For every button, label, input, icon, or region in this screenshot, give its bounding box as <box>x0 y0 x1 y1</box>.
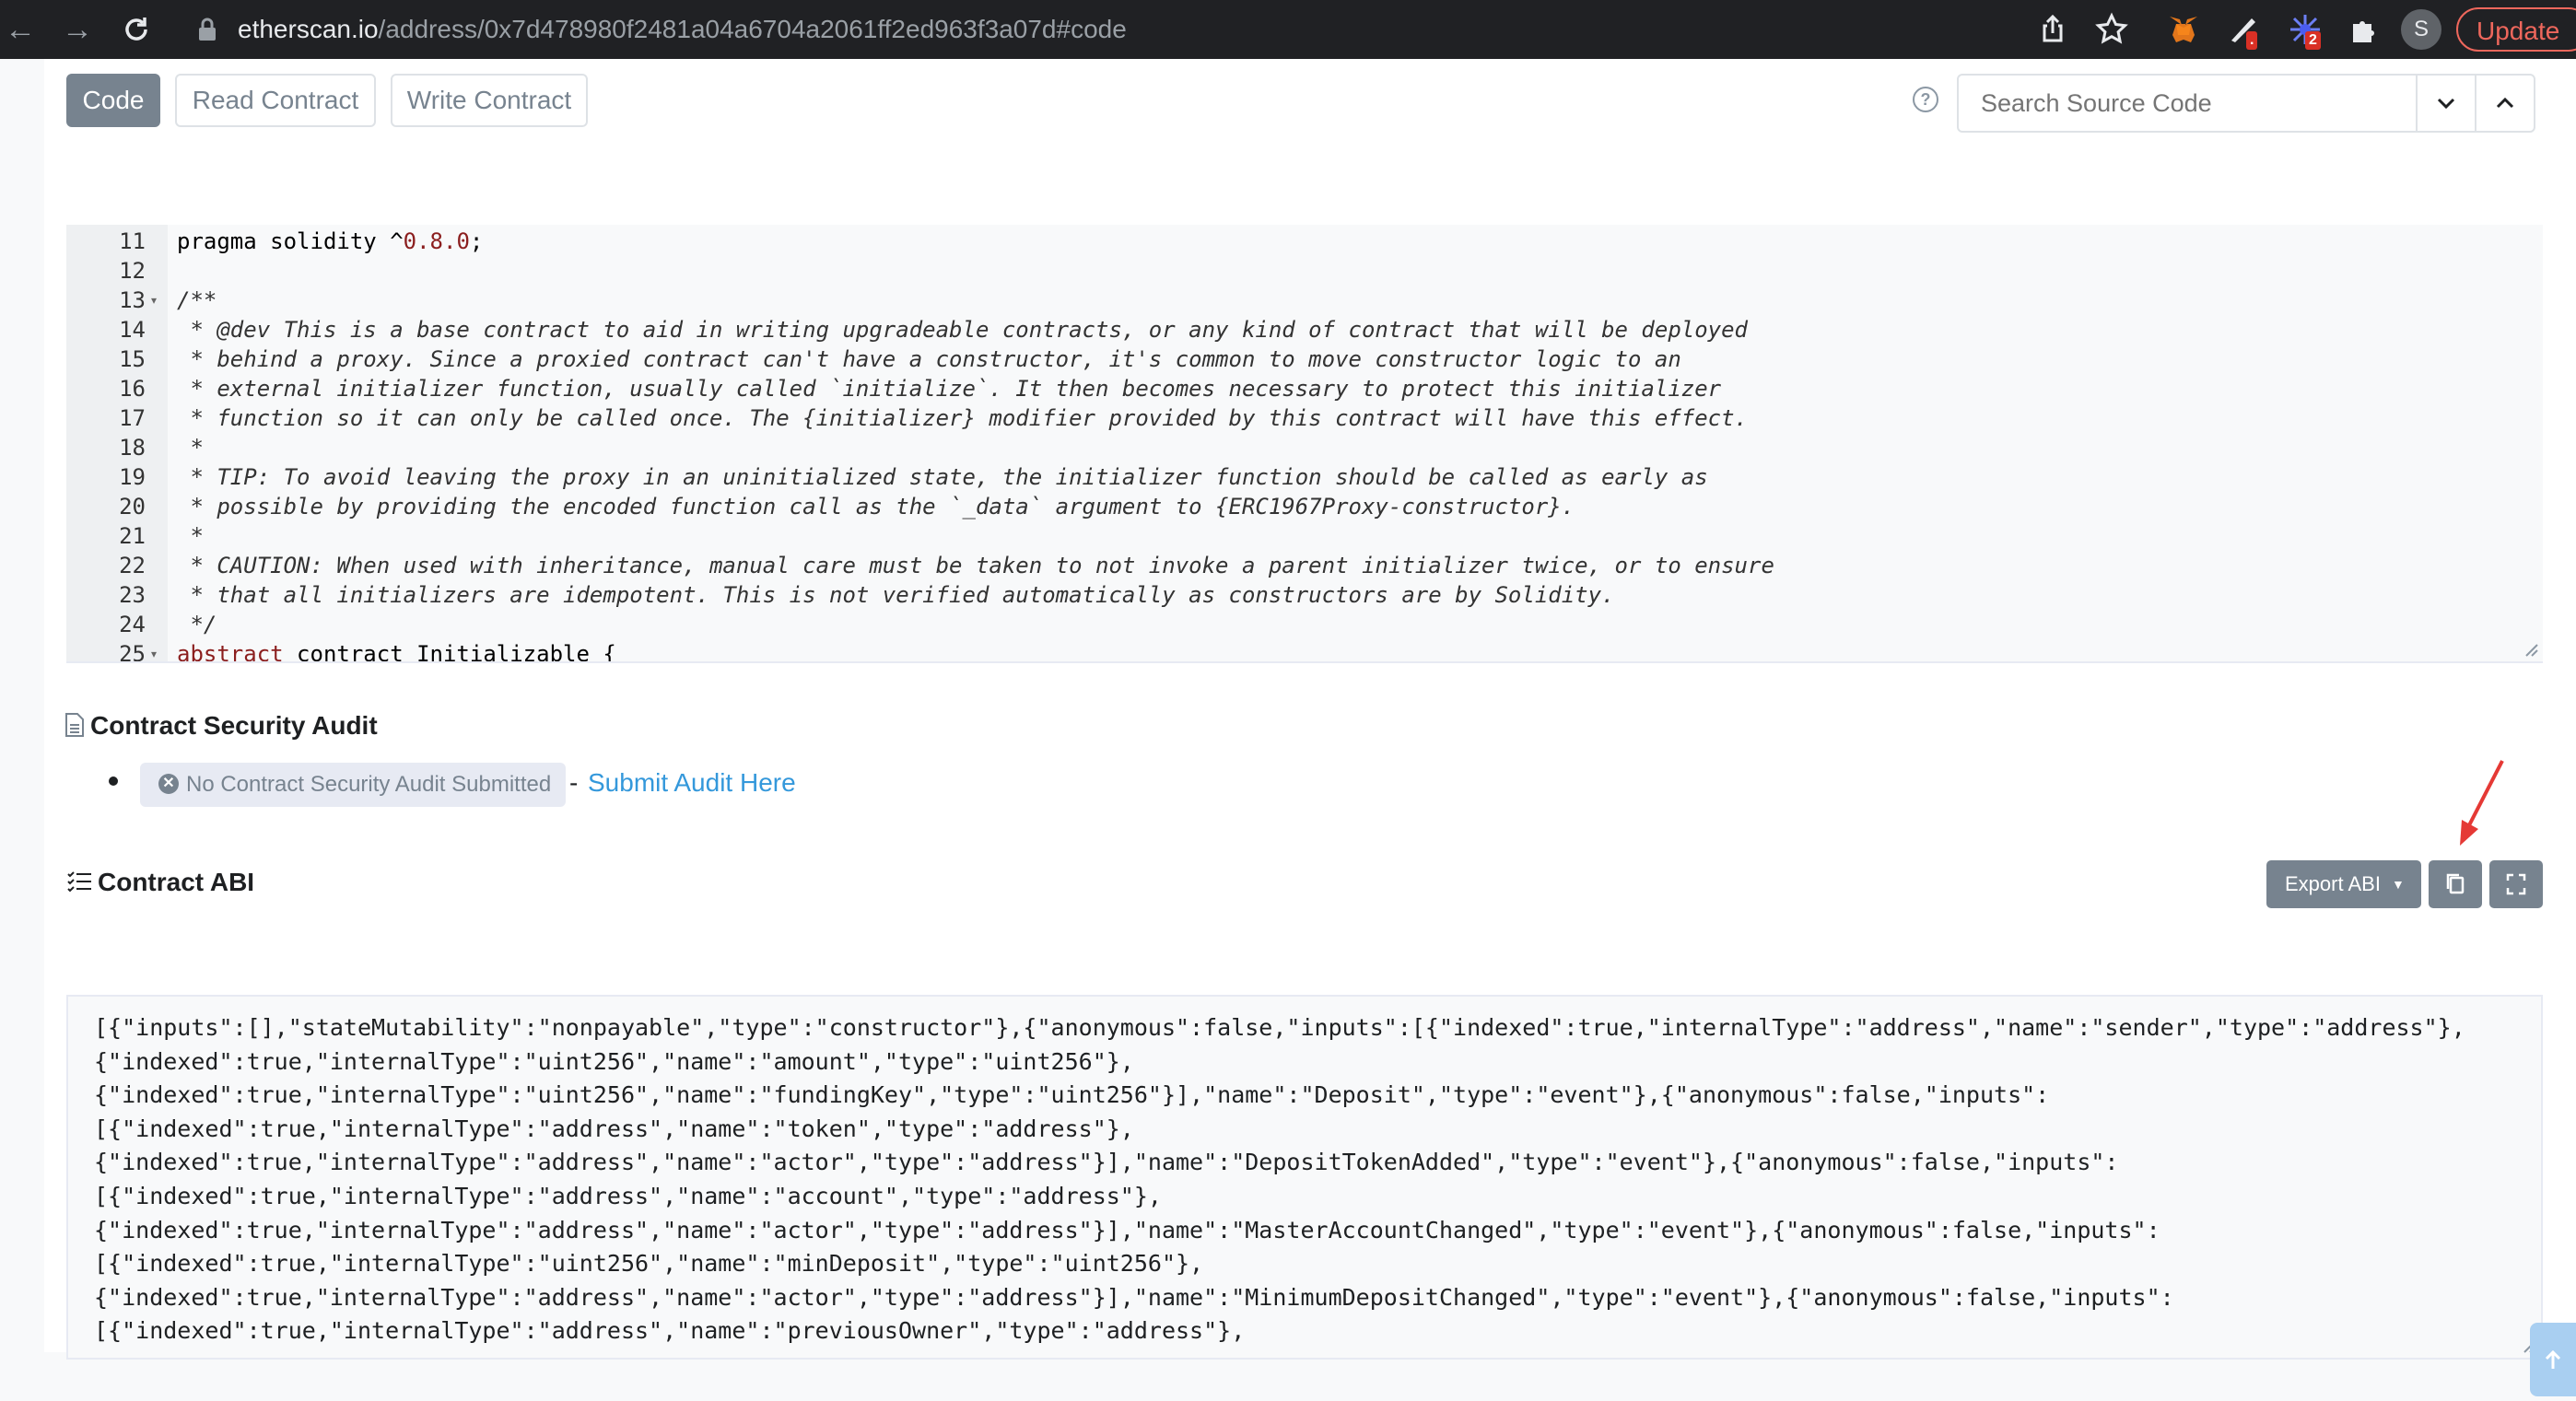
abi-title: Contract ABI <box>98 868 255 896</box>
abi-line: [{"indexed":true,"internalType":"address… <box>94 1317 1246 1345</box>
tab-code[interactable]: Code <box>66 74 160 127</box>
puzzle-extensions-icon[interactable] <box>2346 11 2383 48</box>
code-line: * @dev This is a base contract to aid in… <box>177 317 1749 343</box>
no-audit-badge: ✕ No Contract Security Audit Submitted <box>140 763 567 807</box>
copy-icon <box>2446 873 2465 894</box>
address-bar[interactable]: etherscan.io/address/0x7d478980f2481a04a… <box>238 13 1127 46</box>
pen-extension-icon[interactable]: . <box>2226 11 2263 50</box>
export-abi-button[interactable]: Export ABI ▼ <box>2266 860 2421 908</box>
no-audit-label: No Contract Security Audit Submitted <box>186 772 552 797</box>
arrow-up-icon <box>2545 1349 2561 1369</box>
tab-read-contract[interactable]: Read Contract <box>175 74 376 127</box>
abi-line: {"indexed":true,"internalType":"address"… <box>94 1283 2174 1311</box>
url-host: etherscan.io <box>238 15 379 43</box>
line-number: 12 <box>119 258 146 284</box>
line-number: 18 <box>119 435 146 461</box>
search-next-button[interactable] <box>2416 74 2476 133</box>
bookmark-star-icon[interactable] <box>2093 11 2130 48</box>
line-number: 16 <box>119 376 146 402</box>
fold-toggle-icon[interactable]: ▾ <box>151 639 157 661</box>
line-number: 24 <box>119 612 146 637</box>
browser-toolbar: ← → etherscan.io/address/0x7d478980f2481… <box>0 0 2576 59</box>
export-abi-label: Export ABI <box>2285 872 2381 895</box>
abi-line: [{"indexed":true,"internalType":"address… <box>94 1115 1134 1142</box>
close-circle-icon: ✕ <box>158 773 179 794</box>
abi-line: [{"indexed":true,"internalType":"address… <box>94 1183 1162 1209</box>
code-line: * <box>177 523 204 549</box>
code-line: * <box>177 435 204 461</box>
code-line: pragma solidity ^0.8.0; <box>177 228 484 254</box>
metamask-fox-icon[interactable] <box>2165 11 2202 48</box>
code-line: * possible by providing the encoded func… <box>177 494 1575 520</box>
forward-icon[interactable]: → <box>59 13 96 46</box>
code-line: * behind a proxy. Since a proxied contra… <box>177 346 1681 372</box>
abi-section-heading: Contract ABI <box>66 868 254 897</box>
code-line: * function so it can only be called once… <box>177 405 1749 431</box>
abi-line: {"indexed":true,"internalType":"uint256"… <box>94 1047 1134 1075</box>
share-icon[interactable] <box>2034 11 2071 48</box>
line-number: 25 <box>119 641 146 663</box>
resize-handle-icon[interactable] <box>2524 643 2539 658</box>
code-line: /** <box>177 287 217 313</box>
line-number: 11 <box>119 228 146 254</box>
line-number: 17 <box>119 405 146 431</box>
line-number: 22 <box>119 553 146 578</box>
page-content: Code Read Contract Write Contract ? 11 pr… <box>0 59 2576 1396</box>
profile-avatar[interactable]: S <box>2401 9 2441 50</box>
lock-icon <box>197 17 217 42</box>
expand-icon <box>2506 873 2526 895</box>
line-number: 21 <box>119 523 146 549</box>
chevron-up-icon <box>2496 97 2514 109</box>
url-path: /address/0x7d478980f2481a04a6704a2061ff2… <box>378 15 1127 43</box>
extension-badge-count: 2 <box>2305 31 2321 50</box>
abi-line: [{"indexed":true,"internalType":"uint256… <box>94 1250 1204 1278</box>
code-line: * TIP: To avoid leaving the proxy in an … <box>177 464 1708 490</box>
chevron-down-icon <box>2437 98 2455 110</box>
abi-line: {"indexed":true,"internalType":"address"… <box>94 1149 2119 1176</box>
line-number: 14 <box>119 317 146 343</box>
search-prev-button[interactable] <box>2475 74 2535 133</box>
code-line: * that all initializers are idempotent. … <box>177 582 1615 608</box>
line-number: 23 <box>119 582 146 608</box>
search-source-code-input[interactable] <box>1957 74 2418 133</box>
checklist-icon <box>67 870 91 893</box>
document-icon <box>65 712 84 737</box>
abi-line: [{"inputs":[],"stateMutability":"nonpaya… <box>94 1014 2465 1041</box>
extension-badge-dot: . <box>2246 31 2258 50</box>
scroll-to-top-button[interactable] <box>2530 1323 2576 1396</box>
help-icon[interactable]: ? <box>1913 87 1938 112</box>
tab-write-contract[interactable]: Write Contract <box>391 74 588 127</box>
abi-line: {"indexed":true,"internalType":"uint256"… <box>94 1081 2050 1109</box>
copy-abi-button[interactable] <box>2429 860 2482 908</box>
code-line: * external initializer function, usually… <box>177 376 1722 402</box>
audit-section-heading: Contract Security Audit <box>64 711 378 741</box>
code-line: * CAUTION: When used with inheritance, m… <box>177 553 1774 578</box>
abi-line: {"indexed":true,"internalType":"address"… <box>94 1216 2160 1243</box>
list-bullet <box>109 776 118 786</box>
caret-down-icon: ▼ <box>2391 877 2405 892</box>
reload-icon[interactable] <box>118 13 155 46</box>
back-icon[interactable]: ← <box>2 13 39 46</box>
fullscreen-abi-button[interactable] <box>2489 860 2543 908</box>
code-line: abstract contract Initializable { <box>177 641 616 663</box>
line-number: 19 <box>119 464 146 490</box>
line-number: 15 <box>119 346 146 372</box>
line-number: 13 <box>119 287 146 313</box>
submit-audit-link[interactable]: Submit Audit Here <box>588 768 796 798</box>
line-number: 20 <box>119 494 146 520</box>
audit-title: Contract Security Audit <box>90 711 378 740</box>
code-line: */ <box>177 612 217 637</box>
source-code-editor[interactable]: 11 pragma solidity ^0.8.0; 12 13 ▾/** 14 * @d… <box>66 225 2543 663</box>
update-button[interactable]: Update <box>2456 7 2576 52</box>
separator: - <box>569 768 579 797</box>
abi-textarea[interactable]: [{"inputs":[],"stateMutability":"nonpaya… <box>66 995 2543 1360</box>
burst-extension-icon[interactable]: 2 <box>2287 11 2324 50</box>
fold-toggle-icon[interactable]: ▾ <box>151 286 157 315</box>
